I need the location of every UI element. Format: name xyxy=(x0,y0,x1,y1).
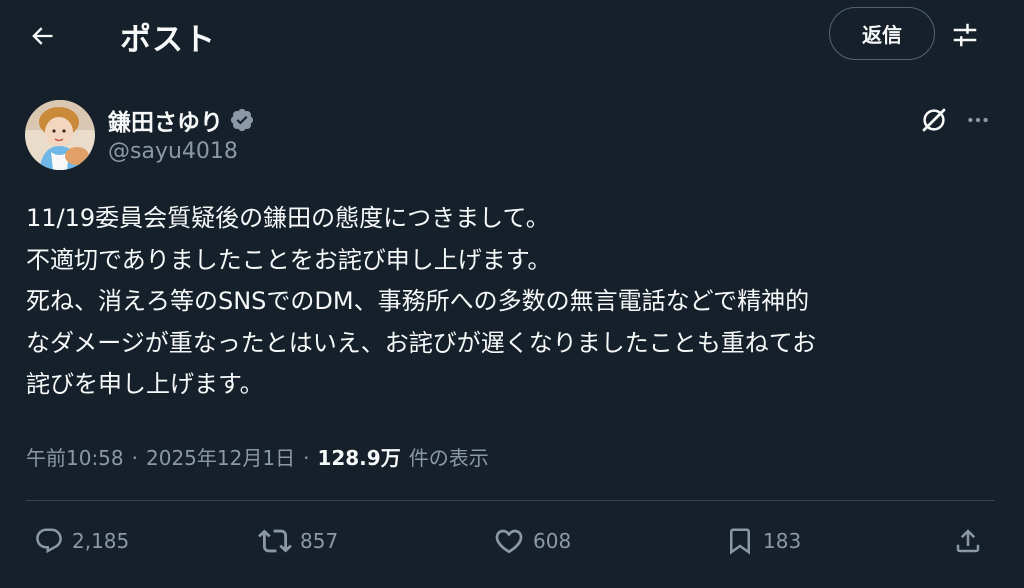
tweet-date[interactable]: 2025年12月1日 xyxy=(146,442,295,471)
tweet-text-line: 詫びを申し上げます。 xyxy=(26,370,264,398)
arrow-left-icon xyxy=(32,27,53,45)
adjust-button[interactable] xyxy=(944,14,986,56)
tweet-text-line: 死ね、消えろ等のSNSでのDM、事務所への多数の無言電話などで精神的 xyxy=(26,287,810,315)
back-button[interactable] xyxy=(22,16,62,56)
tweet-text-line: 不適切でありましたことをお詫び申し上げます。 xyxy=(26,245,552,274)
view-count[interactable]: 128.9万 xyxy=(317,442,400,471)
reply-count: 2,185 xyxy=(72,529,130,553)
reply-icon xyxy=(36,528,62,554)
tweet-time[interactable]: 午前10:58 xyxy=(26,442,124,471)
like-action[interactable]: 608 xyxy=(493,518,571,564)
tweet-text-line: なダメージが重なったとはいえ、お詫びが遅くなりましたことも重ねてお xyxy=(26,328,817,357)
reply-action[interactable]: 2,185 xyxy=(34,518,129,564)
divider xyxy=(26,500,995,501)
view-count-label: 件の表示 xyxy=(408,446,489,470)
like-count: 608 xyxy=(533,529,572,553)
share-icon xyxy=(956,529,980,553)
more-button[interactable] xyxy=(958,100,998,140)
action-bar: 2,185 857 608 183 xyxy=(0,518,1024,568)
heart-icon xyxy=(495,529,523,554)
repost-icon xyxy=(258,529,292,553)
top-bar: ポスト 返信 xyxy=(0,0,1024,70)
page-title: ポスト xyxy=(120,22,216,58)
author-name-row[interactable]: 鎌田さゆり xyxy=(108,103,255,137)
bookmark-icon xyxy=(730,528,750,555)
share-action[interactable] xyxy=(953,518,983,564)
grok-icon xyxy=(922,108,946,132)
avatar[interactable] xyxy=(25,100,95,170)
more-icon xyxy=(968,117,988,123)
author-handle[interactable]: @sayu4018 xyxy=(108,139,238,164)
tweet-text-line: 11/19委員会質疑後の鎌田の態度につきまして。 xyxy=(26,204,550,232)
avatar-image xyxy=(25,100,95,170)
author-display-name[interactable]: 鎌田さゆり xyxy=(108,103,223,137)
bookmark-count: 183 xyxy=(763,529,802,553)
grok-button[interactable] xyxy=(914,100,954,140)
meta-separator: · xyxy=(303,446,310,470)
tweet-meta: 午前10:58 · 2025年12月1日 · 128.9万 件の表示 xyxy=(26,442,489,471)
reply-button[interactable]: 返信 xyxy=(829,7,935,60)
adjust-icon xyxy=(953,23,977,47)
verified-badge-icon[interactable] xyxy=(229,107,255,133)
repost-action[interactable]: 857 xyxy=(258,518,338,564)
repost-count: 857 xyxy=(300,529,339,553)
bookmark-action[interactable]: 183 xyxy=(725,518,801,564)
tweet-text: 11/19委員会質疑後の鎌田の態度につきまして。 不適切でありましたことをお詫び… xyxy=(26,198,1001,406)
meta-separator: · xyxy=(131,446,138,470)
